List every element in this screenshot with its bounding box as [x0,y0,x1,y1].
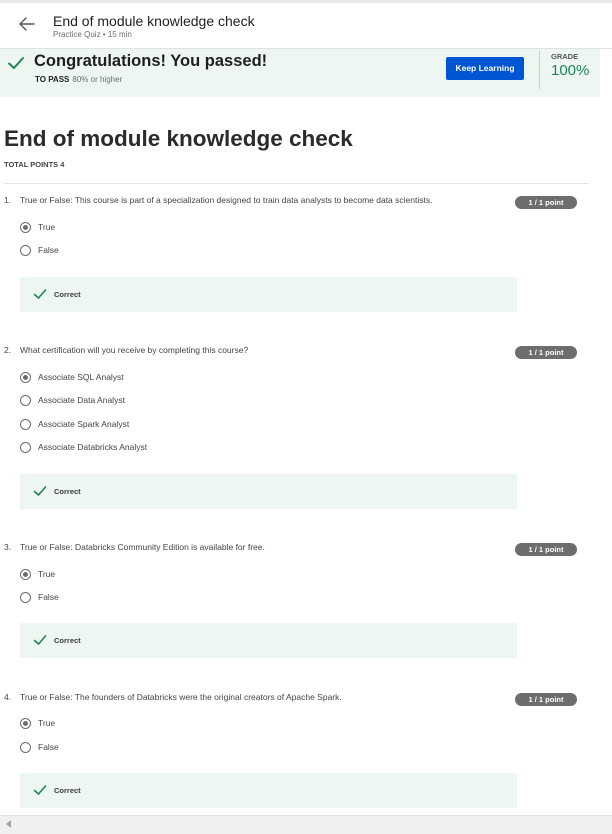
option-label: False [38,742,59,752]
pass-requirement: TO PASS 80% or higher [35,75,122,84]
question-number: 2. [4,345,12,355]
radio-button-selected[interactable] [20,569,31,580]
vertical-scrollbar[interactable] [600,49,612,815]
checkmark-icon [33,635,47,645]
keep-learning-button[interactable]: Keep Learning [446,57,524,80]
checkmark-icon [8,57,24,69]
radio-button[interactable] [20,592,31,603]
radio-button[interactable] [20,742,31,753]
header-subtitle: Practice Quiz • 15 min [53,30,132,39]
option-label: False [38,245,59,255]
feedback-correct: Correct [20,773,517,808]
option-label: True [38,569,56,579]
feedback-correct: Correct [20,474,517,509]
passed-banner: Congratulations! You passed! TO PASS 80% … [0,49,600,97]
feedback-text: Correct [54,636,81,645]
option-label: Associate SQL Analyst [38,372,124,382]
total-points: TOTAL POINTS 4 [4,160,65,169]
option-label: False [38,592,59,602]
points-badge: 1 / 1 point [515,196,577,209]
quiz-title: End of module knowledge check [4,126,353,151]
option-label: True [38,718,56,728]
back-button[interactable] [16,13,38,35]
question-text: What certification will you receive by c… [20,345,249,355]
pass-value: 80% or higher [72,75,123,84]
question-text: True or False: The founders of Databrick… [20,692,342,702]
feedback-text: Correct [54,487,81,496]
option-label: Associate Databricks Analyst [38,442,148,452]
checkmark-icon [33,289,47,299]
option-label: True [38,222,56,232]
radio-button-selected[interactable] [20,718,31,729]
option-label: Associate Data Analyst [38,395,125,405]
grade-divider [539,51,540,89]
passed-title: Congratulations! You passed! [34,52,268,70]
question-3: 3. True or False: Databricks Community E… [0,542,600,662]
radio-button[interactable] [20,419,31,430]
points-badge: 1 / 1 point [515,346,577,359]
question-text: True or False: Databricks Community Edit… [20,542,265,552]
checkmark-icon [33,486,47,496]
question-1: 1. True or False: This course is part of… [0,195,600,315]
question-text: True or False: This course is part of a … [20,195,433,205]
arrow-left-icon [19,17,35,31]
divider [4,183,589,184]
feedback-correct: Correct [20,277,517,312]
radio-button[interactable] [20,245,31,256]
question-2: 2. What certification will you receive b… [0,345,600,510]
top-bar: End of module knowledge check Practice Q… [0,0,612,49]
question-number: 3. [4,542,12,552]
feedback-correct: Correct [20,623,517,658]
scroll-left-arrow-icon[interactable] [6,820,11,828]
feedback-text: Correct [54,290,81,299]
grade-value: 100% [551,62,590,79]
question-number: 4. [4,692,12,702]
points-badge: 1 / 1 point [515,693,577,706]
header-title: End of module knowledge check [53,13,255,29]
points-badge: 1 / 1 point [515,543,577,556]
radio-button[interactable] [20,442,31,453]
grade-label: GRADE [551,52,579,61]
radio-button-selected[interactable] [20,372,31,383]
pass-label: TO PASS [35,75,70,84]
horizontal-scrollbar[interactable] [0,815,612,834]
radio-button-selected[interactable] [20,222,31,233]
checkmark-icon [33,785,47,795]
question-4: 4. True or False: The founders of Databr… [0,692,600,812]
option-label: Associate Spark Analyst [38,419,130,429]
radio-button[interactable] [20,395,31,406]
feedback-text: Correct [54,786,81,795]
question-number: 1. [4,195,12,205]
